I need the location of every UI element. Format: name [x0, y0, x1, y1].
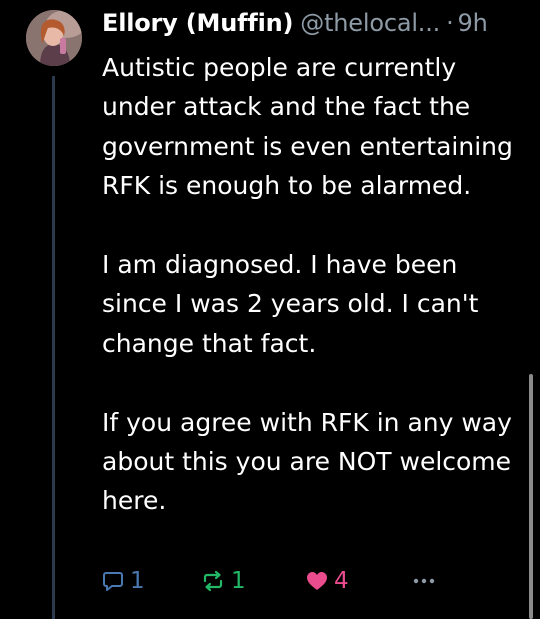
thread-line — [52, 76, 55, 619]
post-actions: 1 1 4 — [102, 565, 522, 597]
reply-button[interactable]: 1 — [102, 565, 145, 597]
heart-icon — [306, 571, 328, 591]
author-handle[interactable]: @thelocal... — [300, 9, 440, 37]
post-paragraph: Autistic people are currently under atta… — [102, 53, 513, 201]
reply-bubble-icon — [102, 570, 124, 592]
repost-icon — [201, 570, 225, 592]
post-header: Ellory (Muffin) @thelocal... · 9h — [102, 4, 488, 42]
more-horizontal-icon — [413, 577, 435, 585]
post[interactable]: Ellory (Muffin) @thelocal... · 9h Autist… — [0, 0, 540, 619]
reply-count: 1 — [130, 568, 145, 594]
author-display-name[interactable]: Ellory (Muffin) — [102, 9, 293, 37]
post-paragraph: I am diagnosed. I have been since I was … — [102, 250, 479, 358]
like-count: 4 — [334, 568, 349, 594]
scrollbar[interactable] — [529, 374, 533, 619]
repost-count: 1 — [231, 568, 246, 594]
avatar[interactable] — [26, 10, 82, 66]
post-timestamp[interactable]: 9h — [458, 9, 488, 37]
avatar-image — [26, 10, 82, 66]
post-paragraph: If you agree with RFK in any way about t… — [102, 407, 512, 516]
like-button[interactable]: 4 — [306, 565, 349, 597]
post-body: Autistic people are currently under atta… — [102, 48, 522, 521]
repost-button[interactable]: 1 — [201, 565, 246, 597]
more-options-button[interactable] — [413, 565, 435, 597]
header-separator: · — [446, 9, 454, 37]
